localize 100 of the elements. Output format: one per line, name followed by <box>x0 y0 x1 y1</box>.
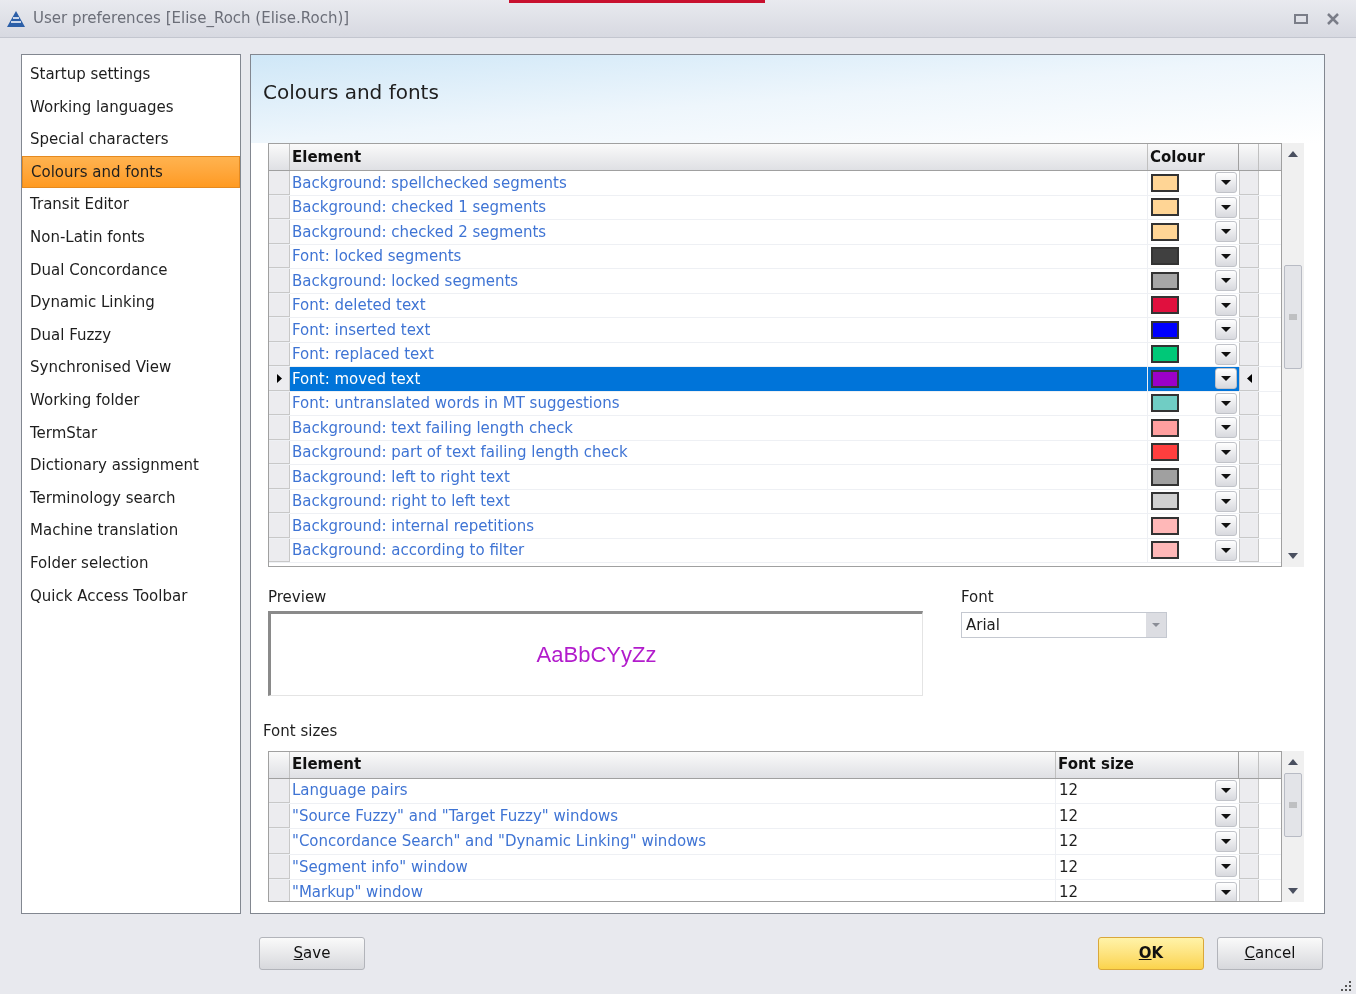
dropdown-button[interactable] <box>1215 196 1237 218</box>
close-icon[interactable] <box>1326 11 1340 26</box>
table-cell[interactable]: Font: untranslated words in MT suggestions <box>290 391 1148 415</box>
column-header[interactable]: Element <box>290 144 1148 170</box>
dropdown-button[interactable] <box>1215 466 1237 488</box>
table-cell[interactable]: Font: moved text <box>290 367 1148 391</box>
colour-swatch[interactable] <box>1151 516 1179 535</box>
sidebar-item[interactable]: Quick Access Toolbar <box>22 579 240 613</box>
dropdown-button[interactable] <box>1215 392 1237 414</box>
dialog-button[interactable]: Cancel <box>1217 937 1323 970</box>
table-cell[interactable]: Background: right to left text <box>290 489 1148 513</box>
colour-swatch[interactable] <box>1151 271 1179 290</box>
colour-swatch[interactable] <box>1151 541 1179 560</box>
sidebar-item[interactable]: Folder selection <box>22 546 240 580</box>
column-header[interactable]: Colour <box>1148 144 1239 170</box>
font-size-value[interactable]: 12 <box>1056 779 1079 802</box>
table-cell[interactable]: Font: inserted text <box>290 318 1148 342</box>
sidebar-item[interactable]: Transit Editor <box>22 188 240 221</box>
sidebar-item[interactable]: Working folder <box>22 383 240 417</box>
column-header[interactable]: Font size <box>1056 751 1239 778</box>
scroll-up-icon[interactable] <box>1288 151 1298 157</box>
colour-swatch[interactable] <box>1151 467 1179 486</box>
table-cell[interactable]: Background: according to filter <box>290 538 1148 562</box>
sidebar-item[interactable]: Dictionary assignment <box>22 449 240 482</box>
scroll-thumb[interactable] <box>1284 772 1302 837</box>
colour-swatch[interactable] <box>1151 222 1179 241</box>
sidebar-item[interactable]: Special characters <box>22 123 240 156</box>
colour-swatch[interactable] <box>1151 198 1179 217</box>
column-header[interactable]: Element <box>290 751 1056 778</box>
table-cell[interactable]: Language pairs <box>290 778 1056 803</box>
sidebar-item[interactable]: TermStar <box>22 416 240 450</box>
table-cell[interactable]: Font: replaced text <box>290 342 1148 366</box>
dropdown-button[interactable] <box>1215 856 1237 878</box>
colour-swatch[interactable] <box>1151 320 1179 339</box>
table-cell[interactable]: Background: text failing length check <box>290 416 1148 440</box>
font-size-value[interactable]: 12 <box>1056 881 1079 901</box>
scrollbar[interactable] <box>1282 750 1304 902</box>
table-cell[interactable]: Background: left to right text <box>290 465 1148 489</box>
dropdown-button[interactable] <box>1215 343 1237 365</box>
dropdown-button[interactable] <box>1215 830 1237 852</box>
scroll-thumb[interactable] <box>1284 265 1302 369</box>
resize-grip-icon[interactable] <box>1340 980 1352 992</box>
table-cell[interactable]: Background: spellchecked segments <box>290 171 1148 195</box>
sidebar-item[interactable]: Dual Fuzzy <box>22 318 240 352</box>
table-cell[interactable]: "Markup" window <box>290 880 1056 901</box>
dropdown-button[interactable] <box>1215 417 1237 439</box>
sidebar-item[interactable]: Dynamic Linking <box>22 286 240 319</box>
sidebar-item[interactable]: Dual Concordance <box>22 253 240 287</box>
dropdown-button[interactable] <box>1215 881 1237 901</box>
sidebar-item[interactable]: Colours and fonts <box>22 155 240 189</box>
sidebar-item[interactable]: Working languages <box>22 90 240 124</box>
scroll-up-icon[interactable] <box>1288 758 1298 765</box>
sidebar-item[interactable]: Synchronised View <box>22 351 240 384</box>
dropdown-button[interactable] <box>1215 515 1237 537</box>
table-cell[interactable]: Background: checked 2 segments <box>290 220 1148 244</box>
colour-swatch[interactable] <box>1151 173 1179 192</box>
colour-swatch[interactable] <box>1151 492 1179 511</box>
table-cell[interactable]: Background: checked 1 segments <box>290 195 1148 219</box>
dropdown-button[interactable] <box>1215 245 1237 267</box>
scrollbar[interactable] <box>1282 143 1304 567</box>
colour-swatch[interactable] <box>1151 247 1179 266</box>
dropdown-button[interactable] <box>1215 270 1237 292</box>
dropdown-button[interactable] <box>1215 319 1237 341</box>
scroll-down-icon[interactable] <box>1288 553 1298 559</box>
dropdown-button[interactable] <box>1215 172 1237 194</box>
table-cell[interactable]: Font: deleted text <box>290 293 1148 317</box>
sidebar-item[interactable]: Machine translation <box>22 514 240 547</box>
dropdown-button[interactable] <box>1215 368 1237 390</box>
dialog-button[interactable]: OK <box>1098 937 1204 970</box>
caret-icon <box>1221 204 1231 210</box>
sidebar-item[interactable]: Non-Latin fonts <box>22 220 240 254</box>
dialog-button[interactable]: Save <box>259 937 365 970</box>
dropdown-button[interactable] <box>1215 221 1237 243</box>
scroll-down-icon[interactable] <box>1288 887 1298 894</box>
table-cell[interactable]: "Segment info" window <box>290 854 1056 880</box>
font-dropdown[interactable]: Arial <box>961 612 1167 638</box>
maximize-icon[interactable] <box>1294 12 1308 25</box>
table-cell[interactable]: "Concordance Search" and "Dynamic Linking" windows <box>290 829 1056 854</box>
dropdown-button[interactable] <box>1215 780 1237 802</box>
sidebar-item[interactable]: Terminology search <box>22 481 240 515</box>
table-cell[interactable]: Background: locked segments <box>290 269 1148 293</box>
font-size-value[interactable]: 12 <box>1056 804 1079 828</box>
dropdown-button[interactable] <box>1215 539 1237 561</box>
colour-swatch[interactable] <box>1151 443 1179 462</box>
dropdown-button[interactable] <box>1215 805 1237 827</box>
dropdown-button[interactable] <box>1215 294 1237 316</box>
table-cell[interactable]: Font: locked segments <box>290 244 1148 268</box>
font-size-value[interactable]: 12 <box>1056 830 1079 853</box>
colour-swatch[interactable] <box>1151 369 1179 388</box>
table-cell[interactable]: Background: internal repetitions <box>290 514 1148 538</box>
dropdown-button[interactable] <box>1215 490 1237 512</box>
dropdown-button[interactable] <box>1215 441 1237 463</box>
table-cell[interactable]: "Source Fuzzy" and "Target Fuzzy" windows <box>290 803 1056 829</box>
sidebar-item[interactable]: Startup settings <box>22 58 240 91</box>
font-size-value[interactable]: 12 <box>1056 855 1079 879</box>
table-cell[interactable]: Background: part of text failing length check <box>290 440 1148 464</box>
colour-swatch[interactable] <box>1151 394 1179 413</box>
colour-swatch[interactable] <box>1151 418 1179 437</box>
colour-swatch[interactable] <box>1151 296 1179 315</box>
colour-swatch[interactable] <box>1151 345 1179 364</box>
